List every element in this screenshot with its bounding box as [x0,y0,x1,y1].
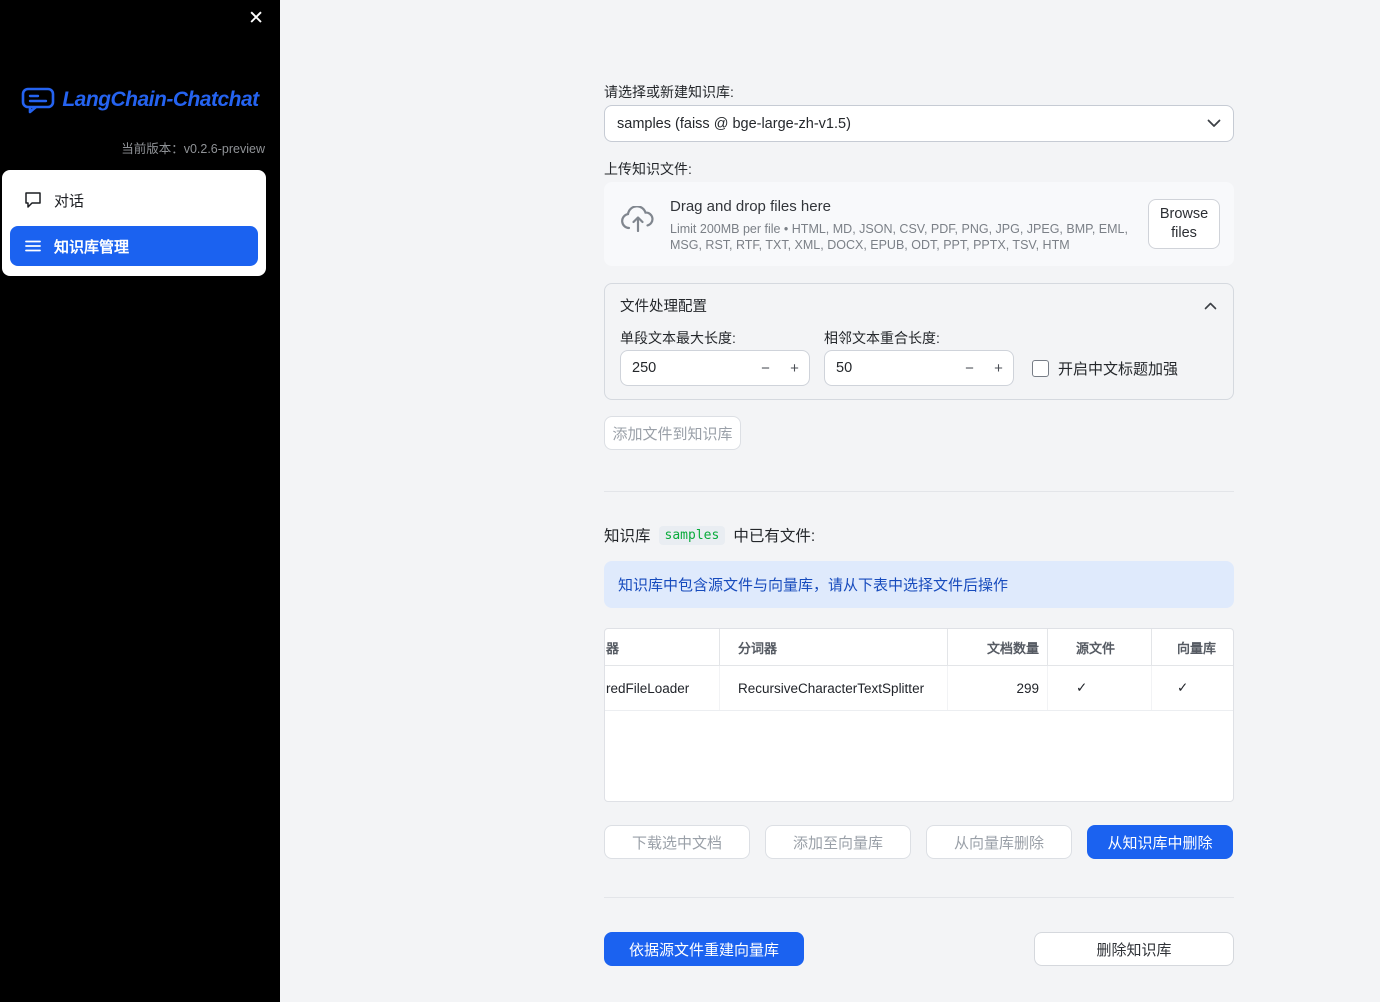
table-row[interactable]: redFileLoader RecursiveCharacterTextSpli… [605,666,1233,711]
table-header-vector-store[interactable]: 向量库 [1152,629,1233,665]
info-banner-text: 知识库中包含源文件与向量库，请从下表中选择文件后操作 [618,577,1009,594]
divider [604,897,1234,898]
sidebar-nav: 对话 知识库管理 [2,170,266,276]
add-files-button[interactable]: 添加文件到知识库 [604,416,741,450]
increment-button[interactable]: + [780,351,809,385]
cloud-upload-icon [620,206,656,232]
download-selected-button[interactable]: 下载选中文档 [604,825,750,859]
file-dropzone[interactable]: Drag and drop files here Limit 200MB per… [604,182,1234,266]
table-header-doc-count[interactable]: 文档数量 [948,629,1048,665]
browse-files-button[interactable]: Browse files [1148,199,1220,249]
kb-select[interactable]: samples (faiss @ bge-large-zh-v1.5) [604,105,1234,142]
dropzone-limit-text: Limit 200MB per file • HTML, MD, JSON, C… [670,222,1128,252]
sidebar-close-button[interactable]: ✕ [242,6,270,32]
main-content: 请选择或新建知识库: samples (faiss @ bge-large-zh… [604,0,1234,1002]
kb-select-label: 请选择或新建知识库: [604,84,734,100]
table-header-row: 器 分词器 文档数量 源文件 向量库 [605,629,1233,666]
cell-doc-count: 299 [948,666,1048,710]
divider [604,491,1234,492]
expander-header[interactable]: 文件处理配置 [605,284,1233,316]
existing-files-suffix: 中已有文件: [733,528,816,545]
expander-title: 文件处理配置 [620,299,707,315]
logo-chat-icon [21,86,55,114]
dropzone-text: Drag and drop files here Limit 200MB per… [670,198,1148,253]
cell-source-file-check: ✓ [1048,666,1152,710]
delete-kb-button[interactable]: 删除知识库 [1034,932,1234,966]
overlap-length-value: 50 [836,360,853,376]
kb-files-table: 器 分词器 文档数量 源文件 向量库 redFileLoader Recursi… [604,628,1234,802]
increment-button[interactable]: + [984,351,1013,385]
file-config-expander: 文件处理配置 单段文本最大长度: 相邻文本重合长度: 250 − + 50 − … [604,283,1234,400]
app-logo: LangChain-Chatchat [0,86,280,114]
chevron-up-icon [1204,302,1217,310]
list-icon [24,237,42,255]
cell-vector-store-check: ✓ [1177,680,1189,695]
logo-text: LangChain-Chatchat [62,88,259,111]
upload-label: 上传知识文件: [604,161,692,177]
checkbox-icon [1032,360,1049,377]
sidebar-item-label: 对话 [54,192,85,210]
kb-select-value: samples (faiss @ bge-large-zh-v1.5) [617,115,851,132]
existing-files-heading: 知识库 samples 中已有文件: [604,524,815,546]
overlap-length-label: 相邻文本重合长度: [824,330,940,346]
sidebar-item-label: 知识库管理 [54,238,130,256]
table-header-loader[interactable]: 器 [605,629,720,665]
sidebar-item-kb-management[interactable]: 知识库管理 [10,226,258,266]
add-to-vector-store-button[interactable]: 添加至向量库 [765,825,911,859]
max-length-value: 250 [632,360,657,376]
file-actions-row: 下载选中文档 添加至向量库 从向量库删除 从知识库中删除 [604,825,1234,859]
info-banner: 知识库中包含源文件与向量库，请从下表中选择文件后操作 [604,561,1234,608]
cell-splitter: RecursiveCharacterTextSplitter [720,666,948,710]
table-header-splitter[interactable]: 分词器 [720,629,948,665]
sidebar-item-chat[interactable]: 对话 [10,180,258,220]
existing-files-prefix: 知识库 [604,528,651,545]
overlap-length-input[interactable]: 50 − + [824,350,1014,386]
checkbox-label: 开启中文标题加强 [1058,361,1179,378]
max-length-label: 单段文本最大长度: [620,330,736,346]
chat-bubble-icon [24,191,42,209]
sidebar: ✕ LangChain-Chatchat 当前版本：v0.2.6-preview [0,0,280,1002]
chevron-down-icon [1207,119,1221,128]
delete-from-vector-store-button[interactable]: 从向量库删除 [926,825,1072,859]
zh-title-enhance-checkbox[interactable]: 开启中文标题加强 [1032,358,1178,379]
dropzone-instructions: Drag and drop files here [670,198,831,215]
delete-from-kb-button[interactable]: 从知识库中删除 [1087,825,1233,859]
rebuild-vector-store-button[interactable]: 依据源文件重建向量库 [604,932,804,966]
decrement-button[interactable]: − [955,351,984,385]
decrement-button[interactable]: − [751,351,780,385]
kb-name-code: samples [658,525,726,545]
table-header-source-file[interactable]: 源文件 [1048,629,1152,665]
version-label: 当前版本：v0.2.6-preview [121,142,265,156]
max-length-input[interactable]: 250 − + [620,350,810,386]
cell-loader: redFileLoader [605,666,720,710]
